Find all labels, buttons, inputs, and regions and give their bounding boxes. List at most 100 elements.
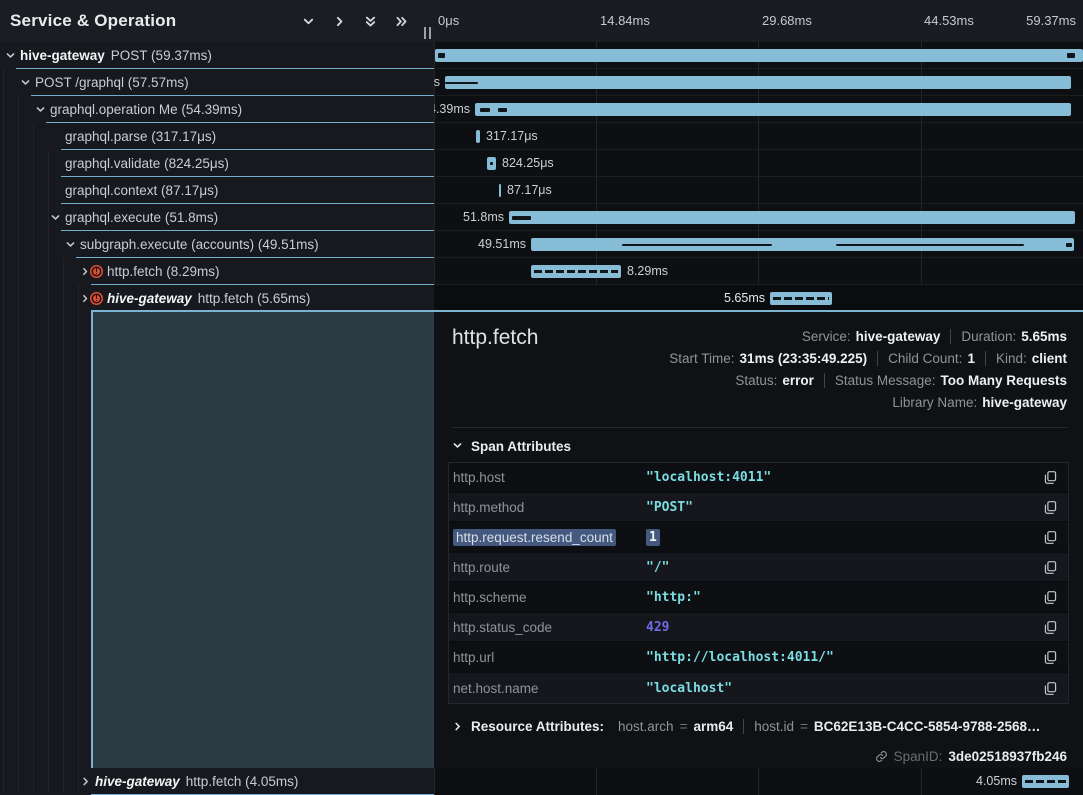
span-bar-row[interactable]: 317.17μs xyxy=(434,123,1083,150)
span-duration-bar[interactable] xyxy=(476,130,480,143)
span-bar-row[interactable]: 54.39ms xyxy=(434,96,1083,123)
attribute-row: http.url "http://localhost:4011/" xyxy=(449,643,1068,673)
span-name: subgraph.execute (accounts) (49.51ms) xyxy=(80,237,319,252)
span-bar-row[interactable]: 49.51ms xyxy=(434,231,1083,258)
copy-button[interactable] xyxy=(1040,620,1058,635)
ruler-tick: 29.68ms xyxy=(762,0,812,42)
chevron-right-icon xyxy=(80,776,91,787)
span-bar-row[interactable]: 51.8ms xyxy=(434,204,1083,231)
copy-button[interactable] xyxy=(1040,650,1058,665)
span-duration-bar[interactable] xyxy=(487,157,496,170)
copy-icon xyxy=(1043,650,1058,665)
expand-toggle[interactable] xyxy=(80,776,95,787)
span-bar-row[interactable]: 57.57ms xyxy=(434,69,1083,96)
span-duration-bar[interactable] xyxy=(1022,775,1069,788)
span-service: hive-gateway xyxy=(95,774,180,789)
span-bar-row[interactable]: 87.17μs xyxy=(434,177,1083,204)
header-ddown-button[interactable] xyxy=(364,15,377,28)
span-name: graphql.parse (317.17μs) xyxy=(65,129,216,144)
double-chevron-right-icon xyxy=(395,15,408,28)
panel-title: Service & Operation xyxy=(10,11,176,31)
copy-icon xyxy=(1043,620,1058,635)
duration-label: 5.65ms xyxy=(724,285,765,312)
duration-label: 317.17μs xyxy=(486,123,538,150)
copy-icon xyxy=(1043,681,1058,696)
resource-key: host.id xyxy=(754,719,794,734)
meta-label: Library Name: xyxy=(892,395,977,410)
span-tree-row[interactable]: graphql.parse (317.17μs) xyxy=(0,123,434,150)
span-bar-row[interactable] xyxy=(434,42,1083,69)
ruler-tick: 44.53ms xyxy=(924,0,974,42)
span-duration-bar[interactable] xyxy=(531,265,621,278)
meta-value: hive-gateway xyxy=(982,395,1067,410)
detail-panel-top-border xyxy=(434,310,1083,312)
expand-toggle[interactable] xyxy=(5,50,20,61)
meta-value: 5.65ms xyxy=(1021,329,1067,344)
ruler-tick: 59.37ms xyxy=(1026,0,1076,42)
span-name: http.fetch (8.29ms) xyxy=(107,264,220,279)
span-tree-row[interactable]: POST /graphql (57.57ms) xyxy=(0,69,434,96)
copy-button[interactable] xyxy=(1040,560,1058,575)
span-tree-row[interactable]: !http.fetch (8.29ms) xyxy=(0,258,434,285)
span-title: http.fetch xyxy=(452,326,538,350)
duration-label: 54.39ms xyxy=(434,96,470,123)
duration-label: 51.8ms xyxy=(463,204,504,231)
meta-label: Duration: xyxy=(961,329,1016,344)
duration-label: 8.29ms xyxy=(627,258,668,285)
span-name: POST /graphql (57.57ms) xyxy=(35,75,189,90)
expand-toggle[interactable] xyxy=(65,239,80,250)
span-id-footer: SpanID: 3de02518937fb246 xyxy=(875,745,1067,767)
span-tree-row[interactable]: subgraph.execute (accounts) (49.51ms) xyxy=(0,231,434,258)
span-tree-row[interactable]: hive-gatewayPOST (59.37ms) xyxy=(0,42,434,69)
panel-resize-handle[interactable] xyxy=(424,27,431,39)
copy-button[interactable] xyxy=(1040,500,1058,515)
span-duration-bar[interactable] xyxy=(770,292,832,305)
resource-value: arm64 xyxy=(693,719,733,734)
copy-button[interactable] xyxy=(1040,681,1058,696)
expand-toggle[interactable] xyxy=(80,293,90,304)
span-tree-row[interactable]: hive-gatewayhttp.fetch (4.05ms) xyxy=(0,768,434,795)
span-tree-row[interactable]: graphql.execute (51.8ms) xyxy=(0,204,434,231)
meta-value: 1 xyxy=(967,351,975,366)
meta-label: Child Count: xyxy=(888,351,962,366)
header-dright-button[interactable] xyxy=(395,15,408,28)
span-attributes-header[interactable]: Span Attributes xyxy=(452,439,571,454)
span-id-value: 3de02518937fb246 xyxy=(948,749,1067,764)
span-duration-bar[interactable] xyxy=(445,76,1071,89)
expand-toggle[interactable] xyxy=(50,212,65,223)
error-icon: ! xyxy=(90,292,103,305)
copy-button[interactable] xyxy=(1040,530,1058,545)
header-down-button[interactable] xyxy=(302,15,315,28)
chevron-down-icon xyxy=(50,212,61,223)
span-tree-row[interactable]: !hive-gatewayhttp.fetch (5.65ms) xyxy=(0,285,434,312)
resource-attributes-row[interactable]: Resource Attributes:host.arch=arm64host.… xyxy=(452,713,1067,739)
span-bar-row[interactable]: 5.65ms xyxy=(434,285,1083,312)
link-icon xyxy=(875,750,888,763)
expand-toggle[interactable] xyxy=(20,77,35,88)
span-tree-row[interactable]: graphql.operation Me (54.39ms) xyxy=(0,96,434,123)
span-tree-row[interactable]: graphql.validate (824.25μs) xyxy=(0,150,434,177)
span-duration-bar[interactable] xyxy=(475,103,1071,116)
copy-button[interactable] xyxy=(1040,590,1058,605)
bottom-span-bar-row[interactable]: 4.05ms xyxy=(434,768,1083,795)
span-duration-bar[interactable] xyxy=(499,184,501,197)
chevron-down-icon xyxy=(452,440,463,451)
indent-guide xyxy=(78,285,79,793)
attribute-value: "localhost:4011" xyxy=(646,470,1040,485)
header-right-button[interactable] xyxy=(333,15,346,28)
chevron-down-icon xyxy=(35,104,46,115)
meta-label: Kind: xyxy=(996,351,1027,366)
span-duration-bar[interactable] xyxy=(509,211,1075,224)
expand-toggle[interactable] xyxy=(80,266,90,277)
copy-icon xyxy=(1043,590,1058,605)
copy-button[interactable] xyxy=(1040,470,1058,485)
span-duration-bar[interactable] xyxy=(531,238,1074,251)
span-duration-bar[interactable] xyxy=(435,49,1083,62)
meta-label: Status Message: xyxy=(835,373,936,388)
span-name: graphql.validate (824.25μs) xyxy=(65,156,229,171)
span-bar-row[interactable]: 8.29ms xyxy=(434,258,1083,285)
span-detail-panel: http.fetch Service:hive-gatewayDuration:… xyxy=(434,312,1083,768)
span-bar-row[interactable]: 824.25μs xyxy=(434,150,1083,177)
expand-toggle[interactable] xyxy=(35,104,50,115)
span-tree-row[interactable]: graphql.context (87.17μs) xyxy=(0,177,434,204)
